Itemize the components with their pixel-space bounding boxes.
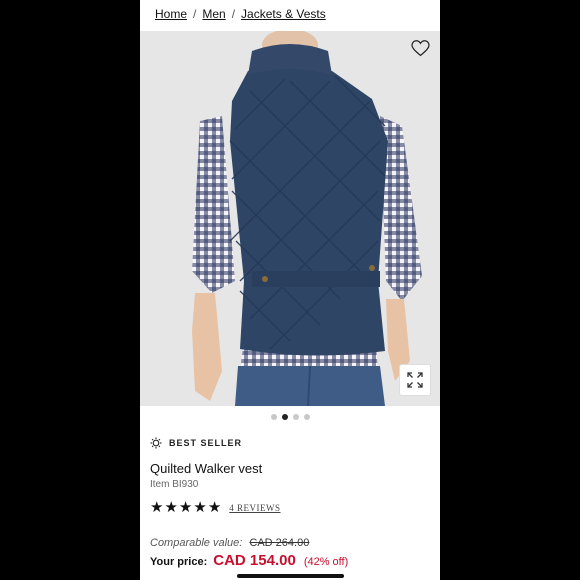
best-seller-badge: BEST SELLER [150, 437, 242, 449]
sale-price: CAD 154.00 [213, 552, 296, 569]
comparable-label: Comparable value: [150, 537, 243, 549]
star-rating: ★ ★ ★ ★ ★ [150, 500, 221, 515]
star-icon: ★ [164, 499, 178, 516]
star-icon: ★ [207, 499, 222, 516]
star-icon: ★ [193, 499, 207, 516]
breadcrumb-separator: / [193, 7, 197, 21]
item-number: Item BI930 [150, 479, 199, 490]
star-icon: ★ [150, 499, 164, 516]
wishlist-button[interactable] [409, 37, 431, 59]
rating: ★ ★ ★ ★ ★ 4 REVIEWS [150, 500, 281, 515]
carousel-dot-active[interactable] [281, 414, 288, 420]
comparable-value: Comparable value: CAD 264.00 [150, 537, 309, 549]
breadcrumb-men[interactable]: Men [202, 7, 225, 21]
badge-label: BEST SELLER [169, 438, 243, 448]
comparable-price: CAD 264.00 [249, 537, 310, 549]
breadcrumb-jackets-vests[interactable]: Jackets & Vests [241, 7, 326, 21]
product-title: Quilted Walker vest [150, 461, 263, 476]
breadcrumb-separator: / [231, 7, 236, 21]
product-page: Home / Men / Jackets & Vests BEST SELLER… [140, 0, 440, 580]
price-row: Your price: CAD 154.00 (42% off) [150, 552, 348, 569]
carousel-dots [140, 414, 440, 420]
discount-percent: (42% off) [303, 556, 349, 568]
reviews-link[interactable]: 4 REVIEWS [229, 503, 280, 513]
product-image[interactable] [140, 31, 440, 406]
carousel-dot[interactable] [270, 414, 277, 420]
sun-icon [150, 437, 162, 449]
expand-image-button[interactable] [399, 364, 431, 396]
carousel-dot[interactable] [303, 414, 310, 420]
heart-icon [410, 39, 430, 56]
expand-icon [407, 372, 423, 388]
breadcrumb: Home / Men / Jackets & Vests [140, 0, 440, 28]
product-photo [140, 31, 440, 406]
home-indicator[interactable] [237, 574, 344, 578]
carousel-dot[interactable] [292, 414, 299, 420]
star-icon: ★ [178, 499, 193, 516]
breadcrumb-home[interactable]: Home [155, 7, 187, 21]
price-label: Your price: [150, 556, 208, 568]
